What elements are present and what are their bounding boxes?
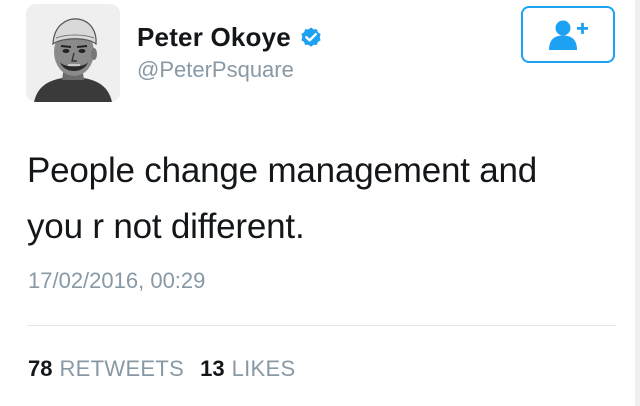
author-name-row: Peter Okoye	[137, 22, 323, 53]
author-display-name[interactable]: Peter Okoye	[137, 22, 291, 53]
retweets-stat[interactable]: 78 RETWEETS	[28, 356, 184, 382]
avatar-portrait-sketch-icon	[26, 4, 120, 102]
likes-label: LIKES	[231, 356, 296, 381]
follow-button[interactable]	[521, 6, 615, 63]
divider	[27, 325, 616, 326]
tweet-timestamp[interactable]: 17/02/2016, 00:29	[28, 268, 205, 294]
scrollbar-track	[635, 0, 640, 406]
tweet-stats: 78 RETWEETS 13 LIKES	[28, 356, 311, 382]
author-avatar[interactable]	[26, 4, 120, 102]
retweets-count: 78	[28, 356, 53, 381]
tweet-text-line: People change management and	[27, 151, 538, 190]
retweets-label: RETWEETS	[59, 356, 185, 381]
likes-count: 13	[200, 356, 225, 381]
tweet-text: People change management and you r not d…	[27, 143, 617, 255]
add-user-icon	[549, 20, 588, 50]
verified-badge-icon	[301, 27, 321, 47]
tweet-card: Peter Okoye @PeterPsquare People change …	[0, 0, 640, 406]
tweet-text-line: you r not different.	[27, 207, 305, 246]
author-handle[interactable]: @PeterPsquare	[137, 57, 294, 83]
likes-stat[interactable]: 13 LIKES	[200, 356, 295, 382]
